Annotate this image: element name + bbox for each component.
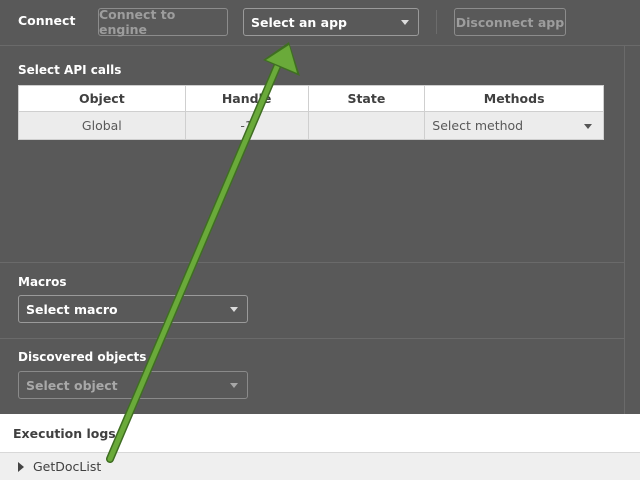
disconnect-app-button[interactable]: Disconnect app bbox=[454, 8, 566, 36]
cell-state bbox=[307, 111, 426, 140]
cell-handle: -1 bbox=[184, 111, 309, 140]
method-select-label: Select method bbox=[432, 118, 524, 133]
execution-logs-panel: Execution logs GetDocList bbox=[0, 414, 640, 480]
cell-object: Global bbox=[18, 111, 186, 140]
table-header-row: Object Handle State Methods bbox=[18, 85, 604, 112]
chevron-down-icon bbox=[401, 20, 409, 25]
section-divider bbox=[0, 262, 624, 263]
column-header-handle: Handle bbox=[184, 85, 309, 112]
macro-select[interactable]: Select macro bbox=[18, 295, 248, 323]
discovered-objects-title: Discovered objects bbox=[18, 350, 147, 364]
chevron-down-icon bbox=[584, 124, 592, 129]
connect-to-engine-button[interactable]: Connect to engine bbox=[98, 7, 228, 37]
object-select-label: Select object bbox=[26, 377, 118, 393]
connect-label: Connect bbox=[18, 13, 76, 28]
chevron-down-icon bbox=[230, 307, 238, 312]
table-row[interactable]: Global -1 Select method bbox=[18, 111, 604, 140]
log-entry[interactable]: GetDocList bbox=[0, 452, 640, 480]
vertical-scrollbar[interactable] bbox=[624, 46, 640, 414]
section-divider bbox=[0, 338, 624, 339]
column-header-object: Object bbox=[18, 85, 186, 112]
column-header-state: State bbox=[307, 85, 426, 112]
execution-logs-title: Execution logs bbox=[13, 426, 116, 441]
object-select[interactable]: Select object bbox=[18, 371, 248, 399]
api-calls-table: Object Handle State Methods Global -1 Se… bbox=[18, 85, 604, 140]
column-header-methods: Methods bbox=[424, 85, 604, 112]
log-entry-label: GetDocList bbox=[33, 459, 102, 474]
method-select[interactable]: Select method bbox=[424, 111, 604, 140]
app-select-label: Select an app bbox=[251, 14, 347, 30]
macros-title: Macros bbox=[18, 275, 67, 289]
app-select[interactable]: Select an app bbox=[243, 8, 419, 36]
api-calls-title: Select API calls bbox=[18, 63, 122, 77]
toolbar-divider bbox=[436, 10, 437, 34]
expand-triangle-icon[interactable] bbox=[18, 462, 24, 472]
macro-select-label: Select macro bbox=[26, 301, 118, 317]
chevron-down-icon bbox=[230, 383, 238, 388]
